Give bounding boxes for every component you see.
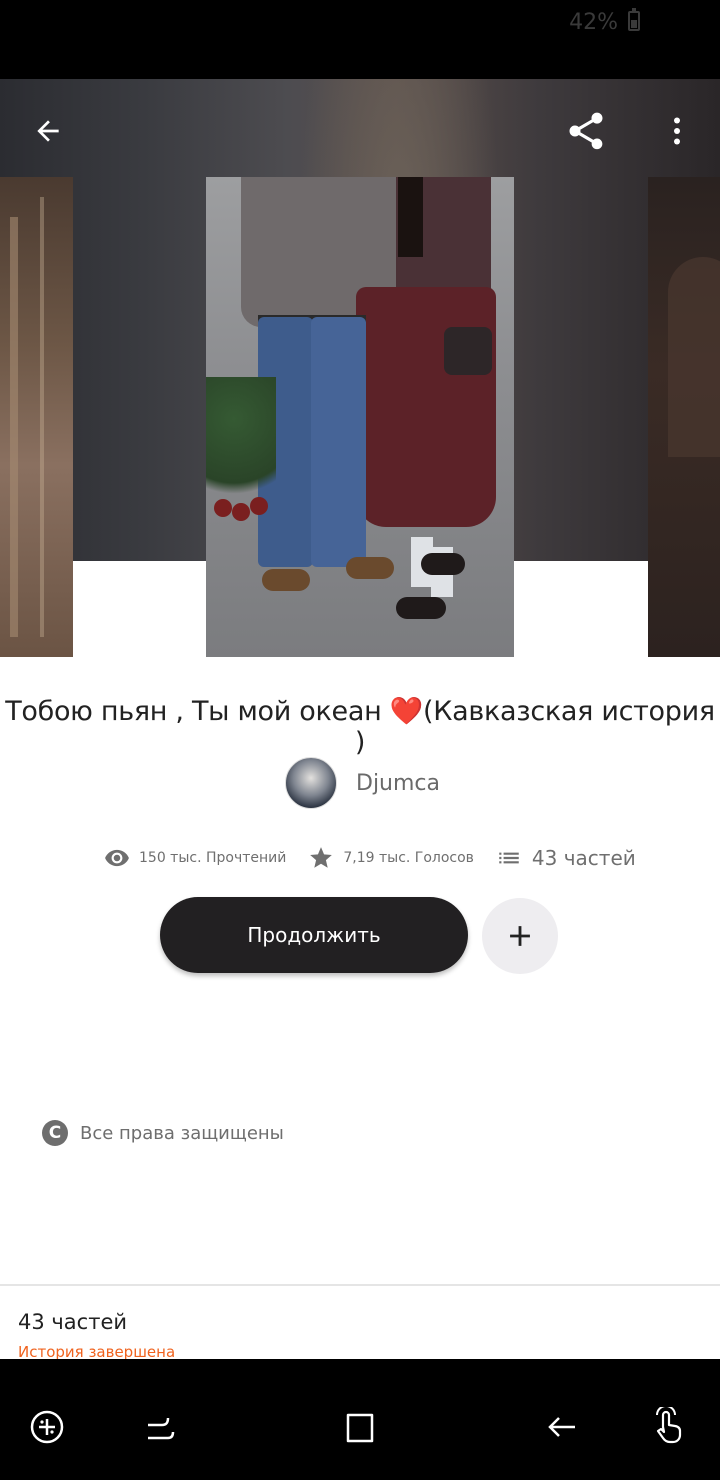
parts-count-stat[interactable]: 43 частей [532, 846, 636, 870]
section-divider [0, 1284, 720, 1286]
votes-stat: 7,19 тыс. Голосов [308, 845, 474, 871]
table-of-contents-header[interactable]: 43 частей [18, 1310, 127, 1334]
heart-emoji: ❤️ [389, 696, 424, 727]
status-bar: 42% [0, 0, 720, 79]
system-back-button[interactable] [542, 1407, 582, 1447]
back-icon [548, 1417, 575, 1437]
votes-count: 7,19 тыс. Голосов [343, 850, 474, 866]
battery-icon [628, 8, 640, 31]
next-story-cover[interactable] [648, 177, 720, 657]
share-icon [569, 112, 603, 150]
list-icon [499, 852, 519, 864]
story-stats: 150 тыс. Прочтений 7,19 тыс. Голосов 43 … [104, 843, 636, 873]
back-button[interactable] [20, 103, 76, 159]
game-launcher-icon [30, 1410, 64, 1444]
author-name[interactable]: Djumca [356, 771, 440, 796]
reads-stat: 150 тыс. Прочтений [104, 845, 286, 871]
recent-apps-button[interactable] [140, 1407, 180, 1447]
story-title-text: Тобою пьян , Ты мой океан [5, 696, 390, 727]
gesture-icon [656, 1407, 682, 1444]
copyright-text: Все права защищены [80, 1122, 284, 1144]
story-completed-label: История завершена [18, 1343, 176, 1359]
author-link[interactable]: Djumca [285, 757, 440, 809]
continue-reading-button[interactable]: Продолжить [160, 897, 468, 973]
recent-apps-icon [148, 1417, 175, 1440]
arrow-left-icon [37, 120, 59, 142]
home-button[interactable] [340, 1407, 380, 1447]
author-avatar[interactable] [285, 757, 337, 809]
more-vertical-icon [674, 117, 680, 145]
story-title: Тобою пьян , Ты мой океан ❤️(Кавказская … [0, 695, 720, 758]
add-to-library-button[interactable] [482, 898, 558, 974]
copyright-notice: C Все права защищены [42, 1120, 284, 1146]
previous-story-cover[interactable] [0, 177, 73, 657]
share-button[interactable] [558, 103, 614, 159]
parts-stat[interactable]: 43 частей [496, 845, 636, 871]
copyright-icon: C [42, 1120, 68, 1146]
star-icon [310, 847, 333, 868]
reads-count: 150 тыс. Прочтений [139, 850, 287, 866]
system-navigation-bar [0, 1359, 720, 1480]
plus-icon [510, 926, 530, 946]
home-icon [346, 1413, 374, 1443]
eye-icon [105, 849, 129, 867]
more-options-button[interactable] [649, 103, 705, 159]
cover-carousel[interactable] [0, 177, 720, 659]
story-cover-image [206, 177, 514, 657]
game-launcher-button[interactable] [27, 1407, 67, 1447]
battery-level: 42% [569, 10, 618, 35]
gesture-button[interactable] [651, 1407, 691, 1447]
story-details-page: Тобою пьян , Ты мой океан ❤️(Кавказская … [0, 79, 720, 1359]
